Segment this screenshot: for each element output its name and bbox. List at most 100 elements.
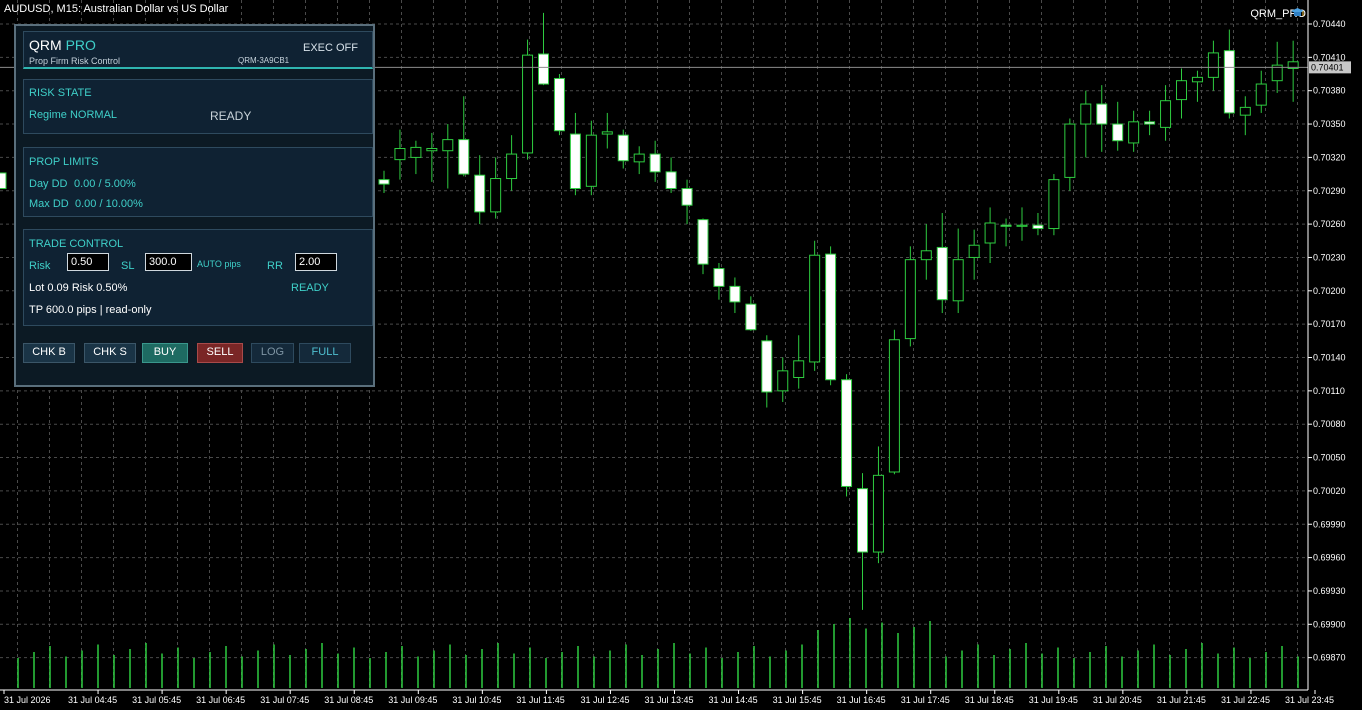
brand-title: QRM PRO [29, 37, 96, 53]
y-tick-label: 0.70350 [1313, 119, 1346, 129]
bull-candle [952, 259, 964, 302]
lot-risk-text: Lot 0.09 Risk 0.50% [29, 282, 128, 294]
y-tick-label: 0.70230 [1313, 252, 1346, 262]
panel-header: QRM PRO Prop Firm Risk Control QRM-3A9CB… [23, 31, 373, 69]
y-tick-label: 0.70050 [1313, 453, 1346, 463]
risk-state-box: RISK STATE Regime NORMAL READY [23, 79, 373, 134]
bear-candle [857, 488, 868, 553]
y-tick-label: 0.70080 [1313, 419, 1346, 429]
bull-candle [601, 131, 613, 135]
bear-candle [1223, 50, 1235, 114]
bull-candle [920, 250, 932, 261]
bull-candle [1191, 76, 1203, 83]
x-tick-label: 31 Jul 21:45 [1157, 695, 1206, 705]
bear-candle [745, 303, 757, 331]
x-tick-label: 31 Jul 06:45 [196, 695, 245, 705]
max-dd-label: Max DD [29, 198, 69, 210]
bear-candle [569, 133, 581, 190]
trade-control-title: TRADE CONTROL [29, 238, 124, 250]
risk-input[interactable]: 0.50 [67, 253, 109, 271]
tp-text: TP 600.0 pips | read-only [29, 304, 152, 316]
bull-candle [1239, 106, 1251, 116]
bull-candle [1255, 83, 1267, 106]
rr-input[interactable]: 2.00 [295, 253, 337, 271]
log-button[interactable]: LOG [251, 343, 294, 363]
x-tick-label: 31 Jul 05:45 [132, 695, 181, 705]
y-tick-label: 0.69990 [1313, 519, 1346, 529]
y-tick-label: 0.70140 [1313, 353, 1346, 363]
max-dd-value: 0.00 / 10.00% [75, 198, 143, 210]
bear-candle [936, 246, 948, 301]
y-tick-label: 0.70320 [1313, 152, 1346, 162]
bull-candle [506, 153, 518, 180]
y-tick-label: 0.70440 [1313, 19, 1346, 29]
y-tick-label: 0.69930 [1313, 586, 1346, 596]
bull-candle [1160, 100, 1172, 128]
x-tick-label: 31 Jul 09:45 [388, 695, 437, 705]
bull-candle [1128, 121, 1140, 144]
check-buy-button[interactable]: CHK B [23, 343, 75, 363]
bear-candle [697, 219, 709, 265]
sl-label: SL [121, 260, 135, 272]
y-tick-label: 0.70110 [1313, 386, 1345, 396]
bull-candle [1207, 52, 1219, 78]
sell-button[interactable]: SELL [197, 343, 243, 363]
x-tick-label: 31 Jul 22:45 [1221, 695, 1270, 705]
bull-candle [585, 134, 597, 187]
bull-candle [1016, 224, 1028, 227]
x-tick-label: 31 Jul 17:45 [901, 695, 950, 705]
bear-candle [553, 77, 565, 132]
bull-candle [793, 360, 805, 379]
chart-symbol-title: AUDUSD, M15: Australian Dollar vs US Dol… [4, 3, 229, 15]
buy-button[interactable]: BUY [142, 343, 188, 363]
bull-candle [777, 370, 789, 392]
bull-candle [394, 148, 406, 161]
full-button[interactable]: FULL [299, 343, 351, 363]
bear-candle [474, 174, 486, 213]
prop-limits-box: PROP LIMITS Day DD 0.00 / 5.00% Max DD 0… [23, 147, 373, 217]
risk-state-status: READY [210, 109, 252, 123]
x-tick-label: 31 Jul 13:45 [645, 695, 694, 705]
x-tick-label: 31 Jul 19:45 [1029, 695, 1078, 705]
sl-auto-label: AUTO pips [197, 259, 241, 269]
bear-candle [649, 153, 661, 173]
bull-candle [904, 259, 916, 340]
y-tick-label: 0.69900 [1313, 619, 1346, 629]
bull-candle [1048, 179, 1060, 230]
x-tick-label: 31 Jul 04:45 [68, 695, 117, 705]
bull-candle [426, 148, 438, 152]
risk-state-title: RISK STATE [29, 87, 92, 99]
account-id: QRM-3A9CB1 [238, 56, 290, 65]
bull-candle [1064, 123, 1076, 178]
sl-input[interactable]: 300.0 [145, 253, 192, 271]
y-tick-label: 0.70020 [1313, 486, 1346, 496]
bear-candle [1032, 224, 1044, 230]
bull-candle [522, 54, 534, 154]
brand-accent: PRO [65, 37, 96, 53]
day-dd-label: Day DD [29, 178, 68, 190]
trade-control-box: TRADE CONTROL Risk 0.50 SL 300.0 AUTO pi… [23, 229, 373, 326]
x-tick-label: 31 Jul 20:45 [1093, 695, 1142, 705]
bear-candle [825, 253, 837, 381]
x-tick-label: 31 Jul 16:45 [837, 695, 886, 705]
y-tick-label: 0.70380 [1313, 86, 1346, 96]
panel-subtitle: Prop Firm Risk Control [29, 56, 121, 66]
bull-candle [968, 244, 980, 258]
bear-candle [1096, 103, 1108, 125]
bear-candle [729, 285, 741, 303]
x-tick-label: 31 Jul 15:45 [773, 695, 822, 705]
prop-limits-title: PROP LIMITS [29, 156, 99, 168]
volume-bars [17, 618, 1299, 688]
bull-candle [809, 254, 821, 363]
bear-candle [1112, 123, 1124, 142]
check-sell-button[interactable]: CHK S [84, 343, 136, 363]
x-tick-label: 31 Jul 2026 [4, 695, 51, 705]
x-tick-label: 31 Jul 08:45 [324, 695, 373, 705]
current-price-label: 0.70401 [1311, 62, 1344, 72]
y-tick-label: 0.69960 [1313, 553, 1346, 563]
exec-status: EXEC OFF [302, 42, 358, 54]
x-tick-label: 31 Jul 10:45 [452, 695, 501, 705]
y-tick-label: 0.70410 [1313, 52, 1346, 62]
bull-candle [490, 178, 502, 213]
day-dd-value: 0.00 / 5.00% [74, 178, 136, 190]
